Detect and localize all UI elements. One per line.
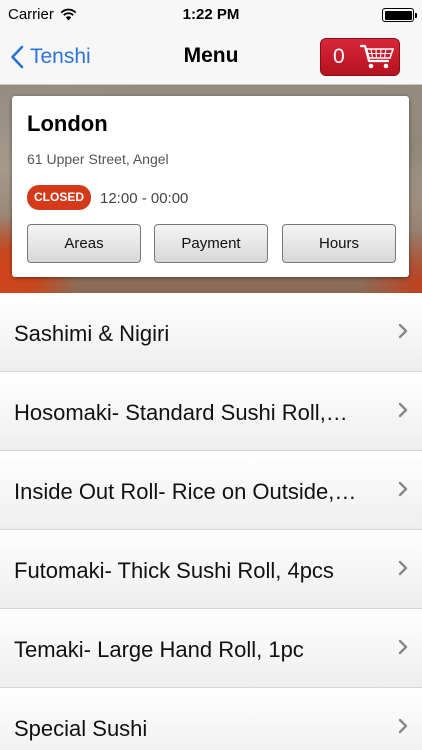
menu-item-label: Special Sushi (14, 716, 148, 741)
chevron-right-icon (398, 402, 408, 418)
menu-item-futomaki[interactable]: Futomaki- Thick Sushi Roll, 4pcs (0, 530, 422, 609)
battery-icon (382, 8, 417, 22)
menu-item-temaki[interactable]: Temaki- Large Hand Roll, 1pc (0, 609, 422, 688)
chevron-right-icon (398, 560, 408, 576)
chevron-right-icon (398, 323, 408, 339)
areas-button[interactable]: Areas (27, 224, 141, 263)
menu-item-label: Hosomaki- Standard Sushi Roll,… (14, 400, 348, 425)
menu-item-inside-out-roll[interactable]: Inside Out Roll- Rice on Outside,… (0, 451, 422, 530)
restaurant-address: 61 Upper Street, Angel (27, 151, 169, 167)
menu-item-label: Futomaki- Thick Sushi Roll, 4pcs (14, 558, 334, 583)
menu-category-list: Sashimi & Nigiri Hosomaki- Standard Sush… (0, 293, 422, 750)
hours-button[interactable]: Hours (282, 224, 396, 263)
payment-button[interactable]: Payment (154, 224, 268, 263)
shopping-cart-icon (360, 44, 395, 69)
menu-item-label: Temaki- Large Hand Roll, 1pc (14, 637, 304, 662)
cart-count: 0 (333, 45, 345, 68)
menu-item-special-sushi[interactable]: Special Sushi (0, 688, 422, 750)
menu-item-hosomaki[interactable]: Hosomaki- Standard Sushi Roll,… (0, 372, 422, 451)
opening-hours: 12:00 - 00:00 (100, 190, 189, 207)
status-time: 1:22 PM (182, 6, 240, 23)
menu-item-label: Sashimi & Nigiri (14, 321, 170, 346)
restaurant-name: London (27, 111, 108, 136)
menu-item-sashimi-nigiri[interactable]: Sashimi & Nigiri (0, 293, 422, 372)
restaurant-info-card: London 61 Upper Street, Angel CLOSED 12:… (12, 96, 409, 277)
chevron-right-icon (398, 718, 408, 734)
status-badge: CLOSED (27, 185, 92, 210)
navigation-bar: Tenshi Menu 0 (0, 30, 422, 85)
menu-item-label: Inside Out Roll- Rice on Outside,… (14, 479, 357, 504)
cart-button[interactable]: 0 (320, 38, 400, 76)
status-bar: Carrier 1:22 PM (0, 0, 422, 30)
chevron-right-icon (398, 639, 408, 655)
chevron-right-icon (398, 481, 408, 497)
